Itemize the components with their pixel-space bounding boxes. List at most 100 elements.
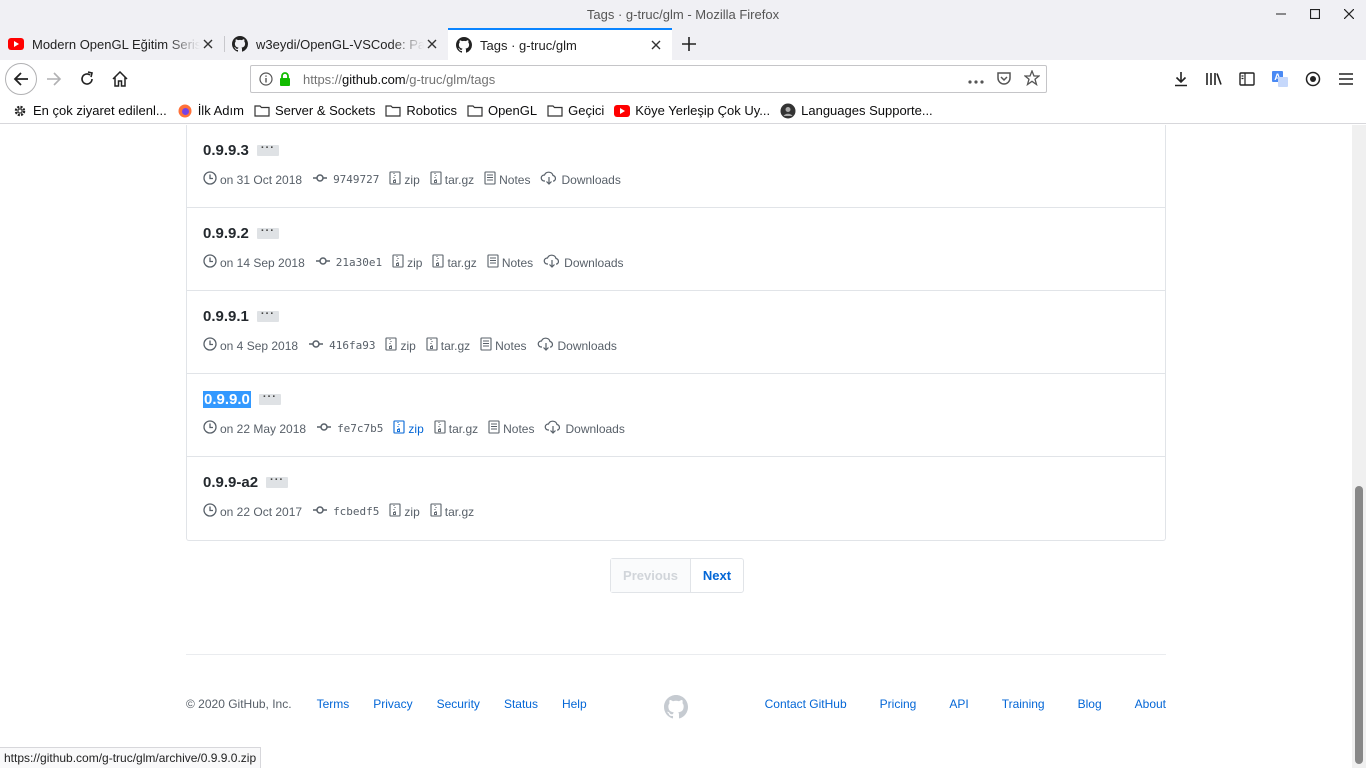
downloads-link[interactable]: Downloads	[544, 420, 625, 437]
translate-extension-button[interactable]: A	[1264, 63, 1296, 95]
zip-download-link[interactable]: zip	[389, 503, 420, 520]
close-tab-icon[interactable]	[424, 36, 440, 52]
release-notes-link[interactable]: Notes	[480, 337, 527, 354]
status-bar: https://github.com/g-truc/glm/archive/0.…	[0, 747, 262, 768]
cloud-download-icon	[544, 420, 565, 437]
tab-strip: Modern OpenGL Eğitim Serisi w3eydi/OpenG…	[0, 28, 1366, 60]
minimize-button[interactable]	[1264, 0, 1298, 28]
bookmark-label: Server & Sockets	[274, 103, 376, 118]
url-bar[interactable]: https://github.com/g-truc/glm/tags	[250, 65, 1047, 93]
url-text[interactable]: https://github.com/g-truc/glm/tags	[303, 72, 968, 87]
tag-commit[interactable]: 9749727	[312, 171, 379, 188]
downloads-link[interactable]: Downloads	[537, 337, 617, 354]
pocket-icon[interactable]	[996, 70, 1012, 89]
tag-commit[interactable]: fe7c7b5	[316, 420, 383, 437]
file-zip-icon	[389, 503, 404, 520]
zip-download-link[interactable]: zip	[393, 420, 424, 437]
footer-link-contact[interactable]: Contact GitHub	[765, 697, 847, 711]
footer-link-training[interactable]: Training	[1002, 697, 1045, 711]
library-icon	[1205, 73, 1222, 85]
more-info-button[interactable]: ···	[266, 475, 289, 488]
more-info-button[interactable]: ···	[256, 226, 279, 239]
bookmark-koye-yerlesip[interactable]: Köye Yerleşip Çok Uy...	[614, 103, 770, 119]
close-window-button[interactable]	[1332, 0, 1366, 28]
bookmark-star-icon[interactable]	[1023, 68, 1041, 89]
tab-glm-tags[interactable]: Tags · g-truc/glm	[448, 28, 672, 60]
targz-download-link[interactable]: tar.gz	[430, 171, 474, 188]
release-notes-link[interactable]: Notes	[488, 420, 534, 437]
bookmark-label: En çok ziyaret edilenl...	[33, 103, 167, 118]
more-info-button[interactable]: ···	[256, 143, 279, 156]
new-tab-button[interactable]	[672, 28, 706, 60]
file-zip-icon	[430, 171, 445, 188]
footer-link-terms[interactable]: Terms	[317, 697, 350, 711]
maximize-button[interactable]	[1298, 0, 1332, 28]
targz-download-link[interactable]: tar.gz	[426, 337, 470, 354]
bookmark-most-visited[interactable]: En çok ziyaret edilenl...	[12, 103, 167, 119]
more-info-button[interactable]: ···	[256, 309, 279, 322]
footer-link-status[interactable]: Status	[504, 697, 538, 711]
tag-link[interactable]: 0.9.9.1	[203, 308, 249, 325]
github-logo-icon[interactable]	[664, 695, 688, 722]
downloads-link[interactable]: Downloads	[543, 254, 624, 271]
lock-icon[interactable]	[279, 72, 293, 86]
tag-commit[interactable]: 21a30e1	[315, 254, 382, 271]
vertical-scrollbar[interactable]	[1352, 125, 1366, 768]
tab-label: Modern OpenGL Eğitim Serisi	[32, 36, 200, 52]
plus-icon	[682, 37, 696, 51]
library-button[interactable]	[1198, 63, 1230, 95]
bookmark-folder-opengl[interactable]: OpenGL	[467, 103, 537, 119]
back-button[interactable]	[4, 63, 37, 95]
tag-link[interactable]: 0.9.9-a2	[203, 474, 258, 491]
forward-button[interactable]	[38, 63, 70, 95]
site-info-icon[interactable]	[257, 70, 275, 88]
downloads-link[interactable]: Downloads	[540, 171, 621, 188]
tag-commit[interactable]: 416fa93	[308, 337, 375, 354]
page-actions-icon[interactable]	[968, 72, 984, 87]
zip-download-link[interactable]: zip	[389, 171, 420, 188]
tag-commit[interactable]: fcbedf5	[312, 503, 379, 520]
zip-download-link[interactable]: zip	[385, 337, 416, 354]
footer-link-pricing[interactable]: Pricing	[880, 697, 917, 711]
clock-icon	[203, 171, 220, 188]
footer-link-api[interactable]: API	[949, 697, 968, 711]
footer-link-security[interactable]: Security	[437, 697, 480, 711]
more-info-button[interactable]: ···	[258, 392, 281, 405]
bookmark-first-step[interactable]: İlk Adım	[177, 103, 244, 119]
tag-link[interactable]: 0.9.9.0	[203, 391, 251, 408]
footer-link-about[interactable]: About	[1135, 697, 1166, 711]
footer-link-blog[interactable]: Blog	[1078, 697, 1102, 711]
menu-button[interactable]	[1330, 63, 1362, 95]
home-button[interactable]	[104, 63, 136, 95]
footer-link-privacy[interactable]: Privacy	[373, 697, 412, 711]
release-notes-link[interactable]: Notes	[484, 171, 530, 188]
tab-youtube[interactable]: Modern OpenGL Eğitim Serisi	[0, 28, 224, 60]
bookmark-label: Köye Yerleşip Çok Uy...	[635, 103, 771, 118]
sidebar-button[interactable]	[1231, 63, 1263, 95]
tag-link[interactable]: 0.9.9.3	[203, 142, 249, 159]
close-tab-icon[interactable]	[648, 37, 664, 53]
notes-icon	[487, 254, 502, 271]
reload-button[interactable]	[71, 63, 103, 95]
bookmark-folder-gecici[interactable]: Geçici	[547, 103, 604, 119]
account-extension-button[interactable]	[1297, 63, 1329, 95]
footer-link-help[interactable]: Help	[562, 697, 587, 711]
downloads-button[interactable]	[1165, 63, 1197, 95]
targz-download-link[interactable]: tar.gz	[430, 503, 474, 520]
tag-link[interactable]: 0.9.9.2	[203, 225, 249, 242]
targz-download-link[interactable]: tar.gz	[432, 254, 477, 271]
next-page-button[interactable]: Next	[691, 559, 743, 592]
bookmark-languages-supported[interactable]: Languages Supporte...	[780, 103, 933, 119]
site-footer: © 2020 GitHub, Inc. Terms Privacy Securi…	[186, 654, 1166, 719]
bookmark-folder-robotics[interactable]: Robotics	[385, 103, 457, 119]
tab-opengl-vscode[interactable]: w3eydi/OpenGL-VSCode: Para	[224, 28, 448, 60]
targz-download-link[interactable]: tar.gz	[434, 420, 478, 437]
close-tab-icon[interactable]	[200, 36, 216, 52]
release-notes-link[interactable]: Notes	[487, 254, 533, 271]
bookmarks-toolbar: En çok ziyaret edilenl... İlk Adım Serve…	[0, 98, 1366, 124]
bookmark-folder-server-sockets[interactable]: Server & Sockets	[254, 103, 375, 119]
gear-icon	[12, 103, 28, 119]
scrollbar-thumb[interactable]	[1355, 486, 1363, 764]
file-zip-icon	[392, 254, 407, 271]
zip-download-link[interactable]: zip	[392, 254, 422, 271]
